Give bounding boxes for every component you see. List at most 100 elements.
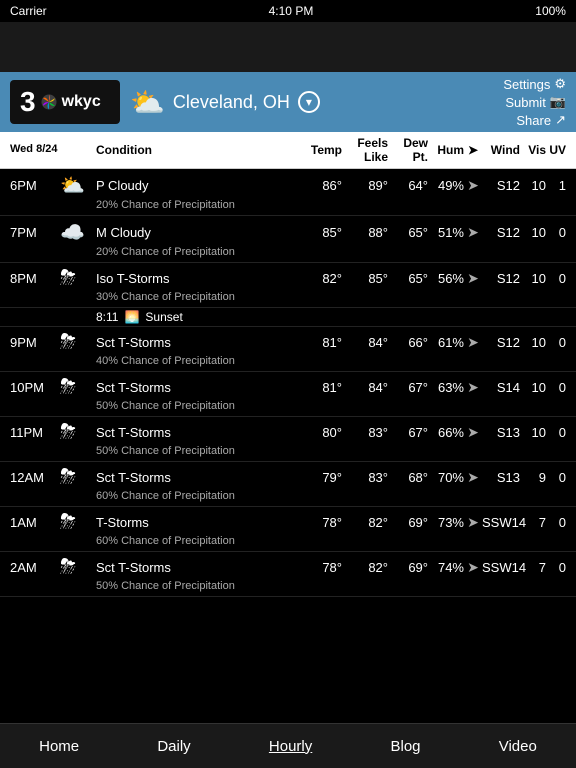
row-wind: SSW14 <box>482 515 520 530</box>
wind-direction-icon: ➤ <box>464 379 482 396</box>
row-uv: 0 <box>546 335 566 350</box>
row-vis: 10 <box>520 335 546 350</box>
row-vis: 10 <box>520 425 546 440</box>
row-uv: 0 <box>546 425 566 440</box>
logo-3: 3 <box>20 86 36 118</box>
weather-condition-icon: ⛈ <box>60 421 96 444</box>
row-temp: 81° <box>306 335 342 350</box>
row-uv: 0 <box>546 380 566 395</box>
weather-row: 7PM ☁️ M Cloudy 85° 88° 65° 51% ➤ S12 10… <box>0 216 576 263</box>
col-dew-header: Dew Pt. <box>388 136 428 164</box>
row-uv: 0 <box>546 515 566 530</box>
row-hum: 74% <box>428 560 464 575</box>
submit-action[interactable]: Submit 📷 <box>505 94 566 110</box>
header-actions: Settings ⚙ Submit 📷 Share ↗ <box>503 76 566 128</box>
row-dew: 67° <box>388 380 428 395</box>
logo: 3 wkyc <box>10 80 120 124</box>
header: 3 wkyc ⛅ Cleveland, OH ▾ Settings ⚙ Subm… <box>0 72 576 132</box>
row-temp: 86° <box>306 178 342 193</box>
row-hum: 49% <box>428 178 464 193</box>
time-label: 4:10 PM <box>269 4 314 18</box>
camera-icon: 📷 <box>550 94 566 110</box>
row-feels: 84° <box>342 335 388 350</box>
nav-item-daily[interactable]: Daily <box>141 730 206 763</box>
weather-condition-icon: ⛈ <box>60 511 96 534</box>
row-precip: 50% Chance of Precipitation <box>10 445 566 457</box>
status-bar: Carrier 4:10 PM 100% <box>0 0 576 22</box>
location-text: Cleveland, OH <box>173 92 290 113</box>
weather-condition-icon: ⛈ <box>60 267 96 290</box>
row-precip: 60% Chance of Precipitation <box>10 490 566 502</box>
wind-direction-icon: ➤ <box>464 424 482 441</box>
bottom-nav: Home Daily Hourly Blog Video <box>0 723 576 768</box>
nav-item-home[interactable]: Home <box>23 730 95 763</box>
battery-label: 100% <box>535 4 566 18</box>
row-temp: 80° <box>306 425 342 440</box>
col-uv-header: UV <box>546 143 566 157</box>
weather-row: 8PM ⛈ Iso T-Storms 82° 85° 65° 56% ➤ S12… <box>0 263 576 308</box>
weather-rows: 6PM ⛅ P Cloudy 86° 89° 64° 49% ➤ S12 10 … <box>0 169 576 730</box>
carrier-label: Carrier <box>10 4 47 18</box>
nav-item-video[interactable]: Video <box>483 730 553 763</box>
row-uv: 0 <box>546 271 566 286</box>
sunset-icon: 🌅 <box>124 310 139 324</box>
row-time: 10PM <box>10 380 60 395</box>
weather-condition-icon: ⛅ <box>60 173 96 198</box>
row-time: 8PM <box>10 271 60 286</box>
row-dew: 67° <box>388 425 428 440</box>
nbc-peacock-icon <box>40 93 58 111</box>
row-vis: 10 <box>520 225 546 240</box>
location-area: ⛅ Cleveland, OH ▾ <box>130 86 503 119</box>
ad-banner <box>0 22 576 72</box>
row-condition: Iso T-Storms <box>96 271 306 286</box>
row-condition: Sct T-Storms <box>96 560 306 575</box>
sunset-time: 8:11 <box>96 310 118 324</box>
col-wind-arrow-header: ➤ <box>464 143 482 157</box>
nav-item-blog[interactable]: Blog <box>374 730 436 763</box>
row-wind: S13 <box>482 470 520 485</box>
row-feels: 83° <box>342 470 388 485</box>
row-dew: 65° <box>388 271 428 286</box>
row-precip: 20% Chance of Precipitation <box>10 199 566 211</box>
row-hum: 66% <box>428 425 464 440</box>
row-temp: 82° <box>306 271 342 286</box>
nav-item-hourly[interactable]: Hourly <box>253 730 328 763</box>
weather-condition-icon: ⛈ <box>60 376 96 399</box>
weather-row: 12AM ⛈ Sct T-Storms 79° 83° 68° 70% ➤ S1… <box>0 462 576 507</box>
row-precip: 50% Chance of Precipitation <box>10 580 566 592</box>
row-wind: S12 <box>482 271 520 286</box>
row-vis: 7 <box>520 560 546 575</box>
submit-label: Submit <box>505 95 545 110</box>
row-dew: 65° <box>388 225 428 240</box>
settings-icon: ⚙ <box>554 76 566 92</box>
weather-row: 6PM ⛅ P Cloudy 86° 89° 64° 49% ➤ S12 10 … <box>0 169 576 216</box>
wind-direction-icon: ➤ <box>464 514 482 531</box>
row-dew: 69° <box>388 560 428 575</box>
col-wind-header: Wind <box>482 143 520 157</box>
wind-direction-icon: ➤ <box>464 224 482 241</box>
settings-action[interactable]: Settings ⚙ <box>503 76 566 92</box>
row-time: 11PM <box>10 425 60 440</box>
wind-direction-icon: ➤ <box>464 559 482 576</box>
row-temp: 78° <box>306 515 342 530</box>
col-temp-header: Temp <box>306 143 342 157</box>
wind-direction-icon: ➤ <box>464 469 482 486</box>
row-condition: T-Storms <box>96 515 306 530</box>
weather-condition-icon: ⛈ <box>60 556 96 579</box>
share-action[interactable]: Share ↗ <box>516 112 566 128</box>
location-chevron[interactable]: ▾ <box>298 91 320 113</box>
row-precip: 30% Chance of Precipitation <box>10 291 566 303</box>
row-temp: 79° <box>306 470 342 485</box>
row-condition: P Cloudy <box>96 178 306 193</box>
col-vis-header: Vis <box>520 143 546 157</box>
row-precip: 20% Chance of Precipitation <box>10 246 566 258</box>
share-icon: ↗ <box>555 112 566 128</box>
weather-row: 9PM ⛈ Sct T-Storms 81° 84° 66° 61% ➤ S12… <box>0 327 576 372</box>
row-uv: 0 <box>546 225 566 240</box>
row-feels: 88° <box>342 225 388 240</box>
weather-condition-icon: ⛈ <box>60 331 96 354</box>
row-hum: 73% <box>428 515 464 530</box>
row-wind: S13 <box>482 425 520 440</box>
row-wind: S12 <box>482 335 520 350</box>
row-vis: 10 <box>520 271 546 286</box>
